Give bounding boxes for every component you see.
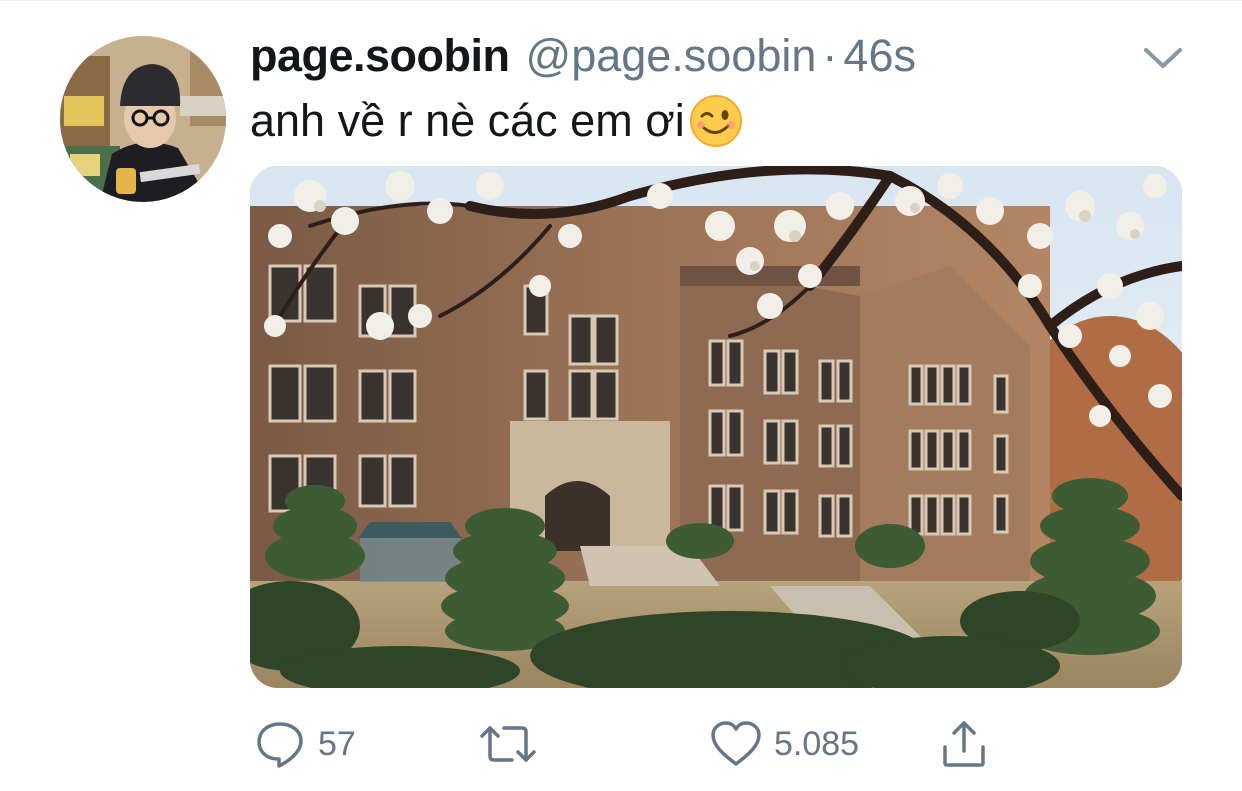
- tweet-body: anh về r nè các em ơi: [250, 95, 685, 146]
- heart-icon: [711, 721, 761, 766]
- reply-button[interactable]: 57: [254, 712, 356, 776]
- reply-icon: [257, 722, 303, 768]
- tweet-action-bar: 57 5.085: [250, 712, 1010, 776]
- top-divider: [0, 0, 1242, 1]
- avatar[interactable]: [60, 36, 226, 202]
- retweet-button[interactable]: [478, 712, 550, 776]
- tweet-media-image[interactable]: [250, 166, 1182, 688]
- separator-dot: ·: [822, 30, 838, 81]
- user-handle[interactable]: @page.soobin: [526, 30, 817, 82]
- retweet-icon: [480, 726, 536, 762]
- like-count: 5.085: [774, 724, 860, 763]
- timestamp[interactable]: 46s: [843, 30, 916, 82]
- share-icon: [943, 721, 985, 767]
- share-button[interactable]: [940, 712, 988, 776]
- tweet-header: page.soobin @page.soobin · 46s: [250, 30, 916, 90]
- reply-count: 57: [318, 724, 356, 763]
- display-name[interactable]: page.soobin: [250, 30, 510, 82]
- like-button[interactable]: 5.085: [710, 712, 859, 776]
- tweet-text: anh về r nè các em ơi: [250, 94, 743, 148]
- chevron-down-icon[interactable]: [1140, 42, 1186, 72]
- winking-face-icon: [689, 95, 742, 147]
